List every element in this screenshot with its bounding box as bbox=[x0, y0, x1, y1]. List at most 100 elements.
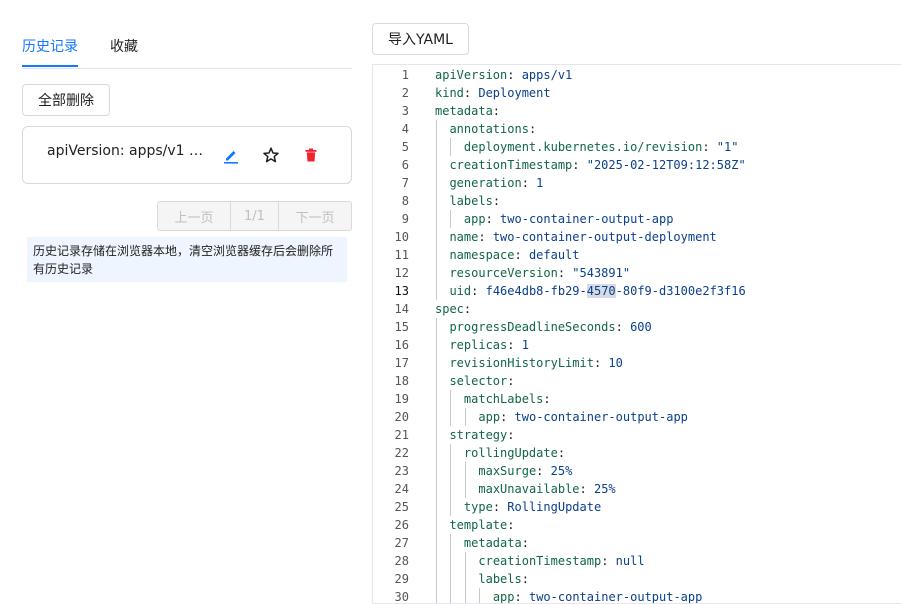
yaml-value: 10 bbox=[608, 356, 623, 370]
indent-guide bbox=[436, 408, 437, 426]
code-text: strategy: bbox=[449, 428, 515, 442]
prev-page-button[interactable]: 上一页 bbox=[157, 201, 231, 231]
indent-guide bbox=[436, 264, 437, 282]
indent-guide bbox=[450, 534, 452, 552]
indent-guide bbox=[436, 354, 437, 372]
code-line[interactable]: 30 app: two-container-output-app bbox=[373, 588, 901, 604]
line-number: 1 bbox=[401, 68, 409, 82]
code-line[interactable]: 29 labels: bbox=[373, 570, 901, 588]
code-line[interactable]: 16 replicas: 1 bbox=[373, 336, 901, 354]
history-item[interactable]: apiVersion: apps/v1 kind: Deployment bbox=[22, 126, 352, 184]
code-line[interactable]: 28 creationTimestamp: null bbox=[373, 552, 901, 570]
yaml-value: 1 bbox=[521, 338, 529, 352]
code-line[interactable]: 19 matchLabels: bbox=[373, 390, 901, 408]
indent-guide bbox=[436, 228, 437, 246]
yaml-value: "2025-02-12T09:12:58Z" bbox=[586, 158, 746, 172]
star-icon[interactable] bbox=[261, 145, 281, 165]
line-number: 21 bbox=[394, 428, 409, 442]
tab-history[interactable]: 历史记录 bbox=[22, 36, 78, 56]
line-number: 28 bbox=[394, 554, 409, 568]
code-text: maxUnavailable: 25% bbox=[478, 482, 616, 496]
indent-guide bbox=[436, 210, 437, 228]
code-text: namespace: default bbox=[449, 248, 580, 262]
code-line[interactable]: 15 progressDeadlineSeconds: 600 bbox=[373, 318, 901, 336]
line-number: 18 bbox=[394, 374, 409, 388]
yaml-value: 600 bbox=[630, 320, 652, 334]
code-text: apiVersion: apps/v1 bbox=[435, 68, 573, 82]
code-line[interactable]: 13 uid: f46e4db8-fb29-4570-80f9-d3100e2f3… bbox=[373, 282, 901, 300]
code-line[interactable]: 7 generation: 1 bbox=[373, 174, 901, 192]
code-line[interactable]: 3 metadata: bbox=[373, 102, 901, 120]
yaml-value: f46e4db8-fb29- bbox=[485, 284, 587, 298]
code-line[interactable]: 9 app: two-container-output-app bbox=[373, 210, 901, 228]
line-number: 24 bbox=[394, 482, 409, 496]
code-line[interactable]: 6 creationTimestamp: "2025-02-12T09:12:58… bbox=[373, 156, 901, 174]
yaml-editor[interactable]: 1 apiVersion: apps/v1 2 kind: Deployment 3 me… bbox=[372, 64, 901, 604]
code-line[interactable]: 21 strategy: bbox=[373, 426, 901, 444]
code-line[interactable]: 1 apiVersion: apps/v1 bbox=[373, 66, 901, 84]
code-line[interactable]: 26 template: bbox=[373, 516, 901, 534]
indent-guide bbox=[450, 462, 452, 480]
code-text: maxSurge: 25% bbox=[478, 464, 573, 478]
line-number: 11 bbox=[394, 248, 409, 262]
indent-guide bbox=[436, 246, 437, 264]
yaml-key: type bbox=[463, 500, 493, 514]
code-line[interactable]: 20 app: two-container-output-app bbox=[373, 408, 901, 426]
code-line[interactable]: 14 spec: bbox=[373, 300, 901, 318]
code-line[interactable]: 24 maxUnavailable: 25% bbox=[373, 480, 901, 498]
indent-guide bbox=[436, 390, 437, 408]
pagination: 上一页 1/1 下一页 bbox=[157, 201, 352, 231]
code-line[interactable]: 23 maxSurge: 25% bbox=[373, 462, 901, 480]
code-line[interactable]: 22 rollingUpdate: bbox=[373, 444, 901, 462]
code-line[interactable]: 25 type: RollingUpdate bbox=[373, 498, 901, 516]
yaml-key: maxSurge bbox=[478, 464, 537, 478]
yaml-key: selector bbox=[449, 374, 508, 388]
line-number: 30 bbox=[394, 590, 409, 604]
line-number: 23 bbox=[394, 464, 409, 478]
line-number: 4 bbox=[401, 122, 409, 136]
line-number: 8 bbox=[401, 194, 409, 208]
line-number: 9 bbox=[401, 212, 409, 226]
indent-guide bbox=[436, 570, 437, 588]
code-line[interactable]: 8 labels: bbox=[373, 192, 901, 210]
code-text: labels: bbox=[449, 194, 501, 208]
line-number: 25 bbox=[394, 500, 409, 514]
code-text: uid: f46e4db8-fb29-4570-80f9-d3100e2f3f1… bbox=[449, 284, 746, 298]
indent-guide bbox=[479, 588, 481, 603]
code-line[interactable]: 27 metadata: bbox=[373, 534, 901, 552]
next-page-button[interactable]: 下一页 bbox=[279, 201, 352, 231]
code-line[interactable]: 12 resourceVersion: "543891" bbox=[373, 264, 901, 282]
indent-guide bbox=[464, 570, 466, 588]
line-number: 6 bbox=[401, 158, 409, 172]
code-line[interactable]: 5 deployment.kubernetes.io/revision: "1" bbox=[373, 138, 901, 156]
tab-favorites[interactable]: 收藏 bbox=[110, 36, 138, 56]
code-line[interactable]: 17 revisionHistoryLimit: 10 bbox=[373, 354, 901, 372]
code-text: replicas: 1 bbox=[449, 338, 529, 352]
code-text: progressDeadlineSeconds: 600 bbox=[449, 320, 652, 334]
indent-guide bbox=[450, 480, 452, 498]
edit-icon[interactable] bbox=[221, 145, 241, 165]
code-text: creationTimestamp: "2025-02-12T09:12:58Z… bbox=[449, 158, 746, 172]
indent-guide bbox=[436, 444, 437, 462]
delete-all-button[interactable]: 全部删除 bbox=[22, 84, 110, 116]
yaml-value: Deployment bbox=[478, 86, 551, 100]
history-item-text[interactable]: apiVersion: apps/v1 kind: Deployment bbox=[47, 143, 207, 159]
code-line[interactable]: 2 kind: Deployment bbox=[373, 84, 901, 102]
yaml-key: matchLabels bbox=[463, 392, 544, 406]
line-number: 15 bbox=[394, 320, 409, 334]
code-line[interactable]: 18 selector: bbox=[373, 372, 901, 390]
line-number: 26 bbox=[394, 518, 409, 532]
code-text: app: two-container-output-app bbox=[463, 212, 674, 226]
indent-guide bbox=[450, 444, 452, 462]
trash-icon[interactable] bbox=[301, 145, 321, 165]
code-line[interactable]: 4 annotations: bbox=[373, 120, 901, 138]
indent-guide bbox=[464, 588, 466, 603]
code-line[interactable]: 11 namespace: default bbox=[373, 246, 901, 264]
yaml-key: annotations bbox=[449, 122, 529, 136]
code-text: annotations: bbox=[449, 122, 537, 136]
indent-guide bbox=[464, 552, 466, 570]
yaml-key: namespace bbox=[449, 248, 515, 262]
indent-guide bbox=[436, 336, 437, 354]
code-line[interactable]: 10 name: two-container-output-deployment bbox=[373, 228, 901, 246]
import-yaml-button[interactable]: 导入YAML bbox=[372, 23, 469, 55]
